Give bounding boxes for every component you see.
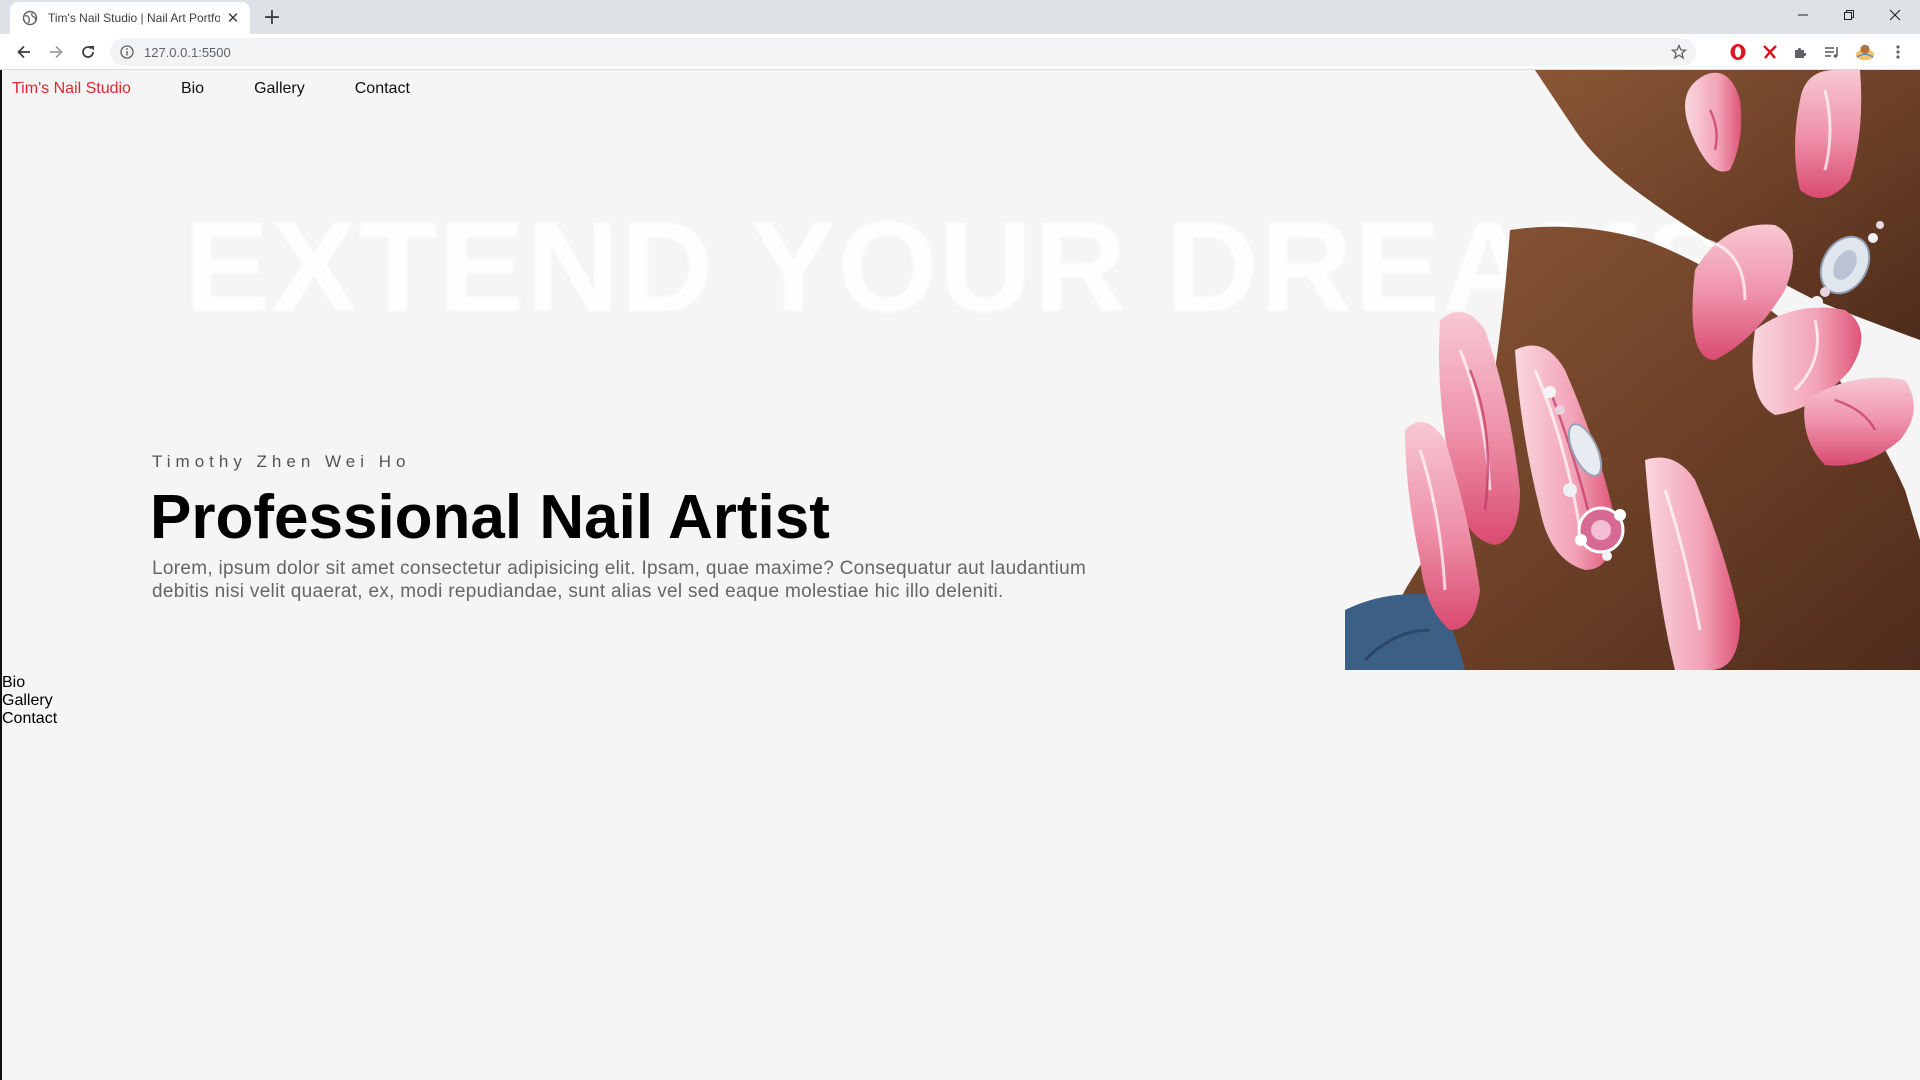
hero-nails-image xyxy=(1345,70,1920,670)
media-queue-icon[interactable] xyxy=(1822,42,1842,62)
footer-link-contact[interactable]: Contact xyxy=(2,710,57,728)
page-left-border xyxy=(0,70,2,1080)
hero-description: Lorem, ipsum dolor sit amet consectetur … xyxy=(152,558,1087,602)
nav-link-gallery[interactable]: Gallery xyxy=(254,80,305,98)
close-tab-icon[interactable]: ✕ xyxy=(224,9,242,27)
nav-link-contact[interactable]: Contact xyxy=(355,80,410,98)
address-bar[interactable]: 127.0.0.1:5500 xyxy=(110,38,1696,66)
browser-toolbar: 127.0.0.1:5500 xyxy=(0,34,1920,70)
opera-icon[interactable] xyxy=(1728,42,1748,62)
forward-arrow-icon[interactable] xyxy=(42,38,70,66)
page-viewport: Tim's Nail Studio Bio Gallery Contact EX… xyxy=(0,70,1920,1080)
site-navbar: Tim's Nail Studio Bio Gallery Contact xyxy=(12,80,460,98)
site-brand-link[interactable]: Tim's Nail Studio xyxy=(12,80,131,98)
minimize-icon[interactable] xyxy=(1780,0,1826,30)
extension-red-icon[interactable] xyxy=(1760,42,1780,62)
hero-title: Professional Nail Artist xyxy=(150,483,830,552)
tab-title: Tim's Nail Studio | Nail Art Portfolio xyxy=(48,11,221,25)
footer-link-gallery[interactable]: Gallery xyxy=(2,692,57,710)
profile-avatar-icon[interactable] xyxy=(1855,42,1875,62)
footer-link-bio[interactable]: Bio xyxy=(2,674,57,692)
site-info-icon[interactable] xyxy=(120,45,134,59)
browser-tab-active[interactable]: Tim's Nail Studio | Nail Art Portfolio ✕ xyxy=(10,2,250,34)
browser-tab-strip: Tim's Nail Studio | Nail Art Portfolio ✕… xyxy=(0,0,1920,34)
new-tab-button[interactable]: + xyxy=(259,4,285,30)
restore-icon[interactable] xyxy=(1826,0,1872,30)
close-window-icon[interactable] xyxy=(1872,0,1918,30)
unstyled-link-list: Bio Gallery Contact xyxy=(2,674,57,728)
url-text: 127.0.0.1:5500 xyxy=(144,45,231,60)
back-arrow-icon[interactable] xyxy=(10,38,38,66)
hero-subtitle: Timothy Zhen Wei Ho xyxy=(152,452,411,471)
reload-icon[interactable] xyxy=(74,38,102,66)
browser-menu-icon[interactable] xyxy=(1888,42,1908,62)
bookmark-star-icon[interactable] xyxy=(1670,43,1688,61)
puzzle-extensions-icon[interactable] xyxy=(1791,42,1811,62)
nav-link-bio[interactable]: Bio xyxy=(181,80,204,98)
globe-icon xyxy=(22,10,38,26)
